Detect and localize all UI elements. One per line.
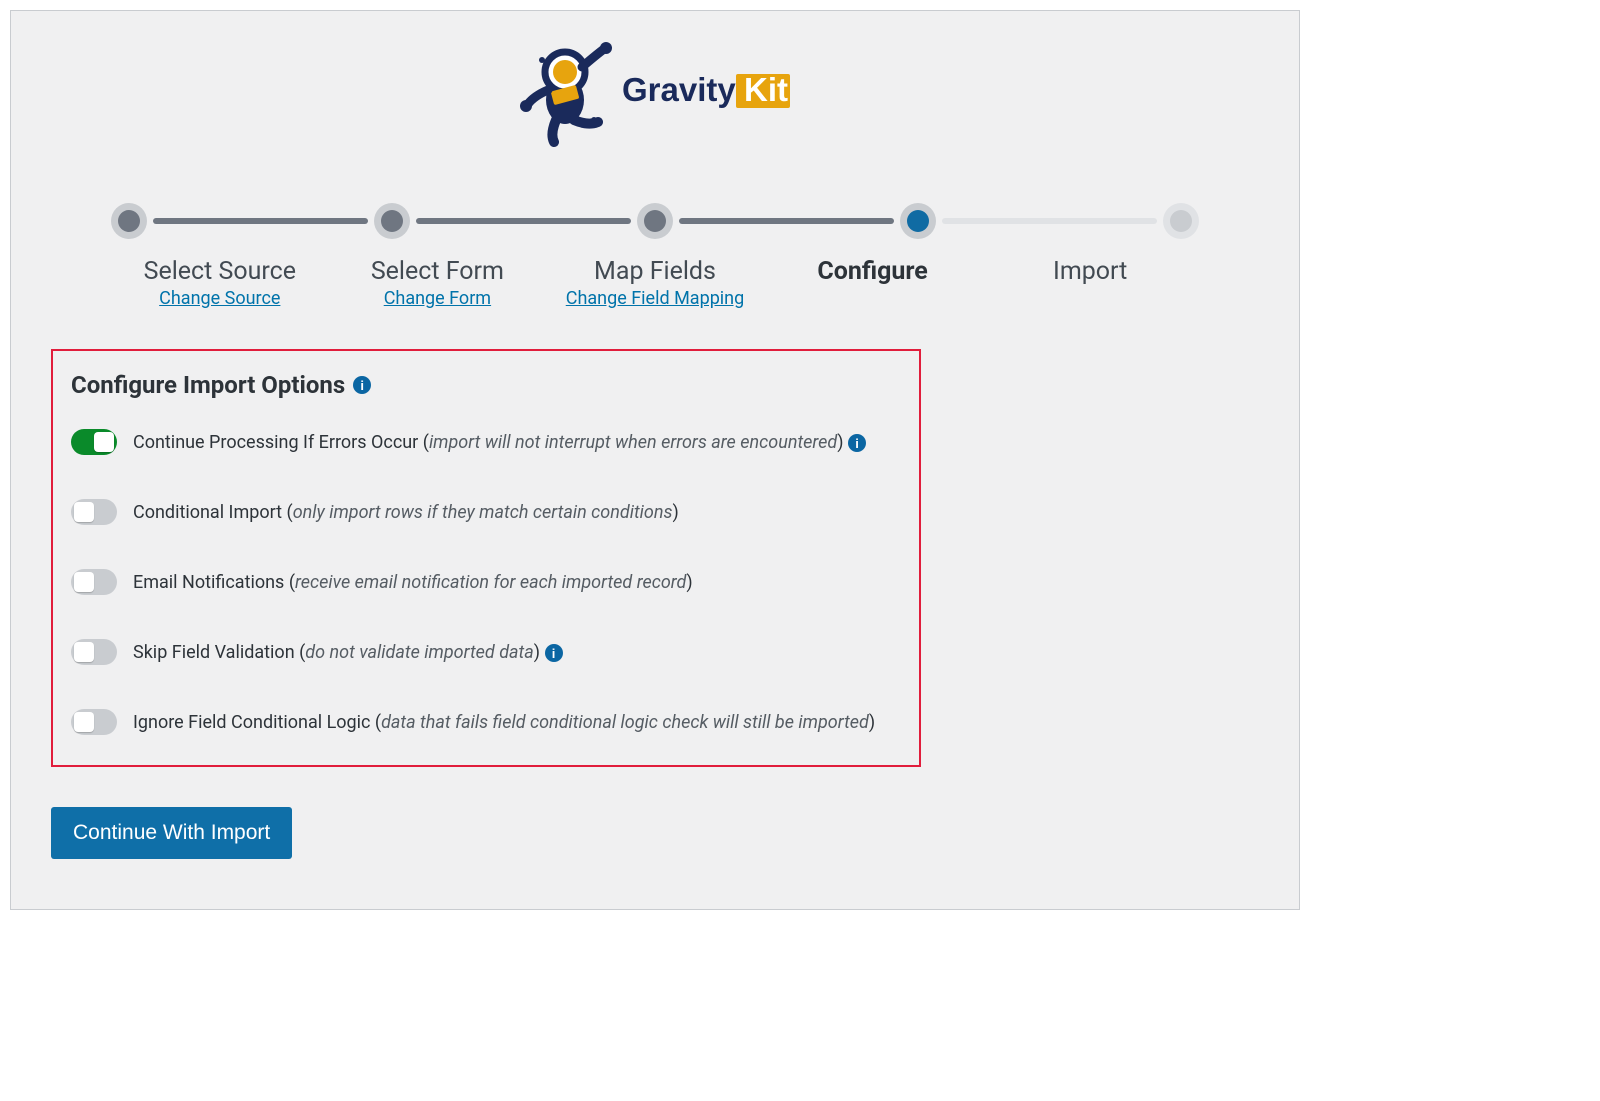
- brand-text-b: Kit: [744, 71, 788, 108]
- info-icon[interactable]: i: [545, 644, 563, 662]
- option-toggle[interactable]: [71, 499, 117, 525]
- option-row: Continue Processing If Errors Occur (imp…: [71, 429, 901, 455]
- step-dot[interactable]: [374, 203, 410, 239]
- option-label: Skip Field Validation (do not validate i…: [133, 642, 563, 663]
- step-dot[interactable]: [637, 203, 673, 239]
- option-toggle[interactable]: [71, 569, 117, 595]
- step-labels-row: Select SourceSelect FormMap FieldsConfig…: [111, 257, 1199, 286]
- step-change-link[interactable]: Change Field Mapping: [546, 288, 764, 309]
- option-toggle[interactable]: [71, 429, 117, 455]
- step-label: Import: [981, 257, 1199, 286]
- step-connector: [942, 218, 1157, 224]
- configure-options-panel: Configure Import Options i Continue Proc…: [51, 349, 921, 767]
- step-label: Select Source: [111, 257, 329, 286]
- option-label: Email Notifications (receive email notif…: [133, 572, 693, 593]
- options-list: Continue Processing If Errors Occur (imp…: [71, 429, 901, 735]
- step-change-link[interactable]: Change Form: [329, 288, 547, 309]
- step-dot[interactable]: [111, 203, 147, 239]
- step-change-link[interactable]: Change Source: [111, 288, 329, 309]
- logo: Gravity Kit: [51, 37, 1259, 149]
- step-connector: [679, 218, 894, 224]
- panel-heading-text: Configure Import Options: [71, 371, 345, 399]
- page-container: Gravity Kit Select SourceSelect FormMap …: [10, 10, 1300, 910]
- step-dot: [1163, 203, 1199, 239]
- option-toggle[interactable]: [71, 709, 117, 735]
- continue-button[interactable]: Continue With Import: [51, 807, 292, 859]
- option-row: Skip Field Validation (do not validate i…: [71, 639, 901, 665]
- option-label: Ignore Field Conditional Logic (data tha…: [133, 712, 875, 733]
- option-label: Continue Processing If Errors Occur (imp…: [133, 432, 866, 453]
- step-links-row: Change SourceChange FormChange Field Map…: [111, 288, 1199, 309]
- step-dot[interactable]: [900, 203, 936, 239]
- option-label: Conditional Import (only import rows if …: [133, 502, 679, 523]
- option-row: Conditional Import (only import rows if …: [71, 499, 901, 525]
- progress-stepper: Select SourceSelect FormMap FieldsConfig…: [51, 203, 1259, 309]
- panel-heading: Configure Import Options i: [71, 371, 901, 399]
- step-connector: [416, 218, 631, 224]
- step-label: Select Form: [329, 257, 547, 286]
- step-label: Configure: [764, 257, 982, 286]
- step-dots-row: [111, 203, 1199, 239]
- gravitykit-logo-icon: Gravity Kit: [520, 37, 790, 149]
- step-label: Map Fields: [546, 257, 764, 286]
- info-icon[interactable]: i: [353, 376, 371, 394]
- option-row: Email Notifications (receive email notif…: [71, 569, 901, 595]
- brand-text-a: Gravity: [622, 71, 736, 108]
- option-row: Ignore Field Conditional Logic (data tha…: [71, 709, 901, 735]
- step-connector: [153, 218, 368, 224]
- info-icon[interactable]: i: [848, 434, 866, 452]
- option-toggle[interactable]: [71, 639, 117, 665]
